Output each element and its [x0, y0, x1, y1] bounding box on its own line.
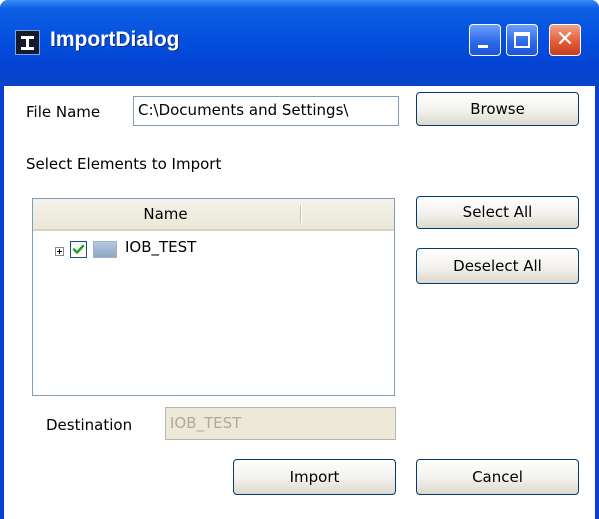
close-button[interactable]: ✕: [549, 24, 581, 56]
item-checkbox[interactable]: [70, 241, 87, 258]
minimize-button[interactable]: [469, 24, 501, 56]
title-bar[interactable]: ImportDialog ✕: [0, 0, 599, 86]
browse-button[interactable]: Browse: [416, 92, 579, 126]
file-name-label: File Name: [26, 103, 101, 121]
tree-item-label: IOB_TEST: [125, 238, 197, 256]
window-title: ImportDialog: [50, 28, 180, 51]
app-icon: [15, 30, 40, 55]
checkmark-icon: [72, 244, 85, 254]
elements-tree[interactable]: Name IOB_TEST: [32, 198, 395, 396]
maximize-button[interactable]: [506, 24, 538, 56]
maximize-icon: [514, 32, 530, 48]
import-button[interactable]: Import: [233, 459, 396, 495]
minimize-icon: [478, 45, 488, 48]
cancel-button[interactable]: Cancel: [416, 459, 579, 495]
file-name-input[interactable]: C:\Documents and Settings\: [133, 96, 399, 126]
select-all-button[interactable]: Select All: [416, 196, 579, 229]
select-elements-label: Select Elements to Import: [26, 155, 222, 173]
tree-header: Name: [33, 199, 394, 231]
deselect-all-button[interactable]: Deselect All: [416, 248, 579, 284]
dialog-body: File Name C:\Documents and Settings\ Bro…: [4, 86, 595, 519]
database-icon: [93, 241, 117, 258]
destination-field: IOB_TEST: [165, 407, 396, 440]
expand-icon[interactable]: [55, 247, 64, 256]
import-dialog-window: ImportDialog ✕ File Name C:\Documents an…: [0, 0, 599, 519]
close-icon: ✕: [555, 27, 575, 52]
destination-label: Destination: [46, 416, 133, 434]
column-header-name[interactable]: Name: [33, 199, 298, 229]
column-separator[interactable]: [300, 205, 301, 223]
